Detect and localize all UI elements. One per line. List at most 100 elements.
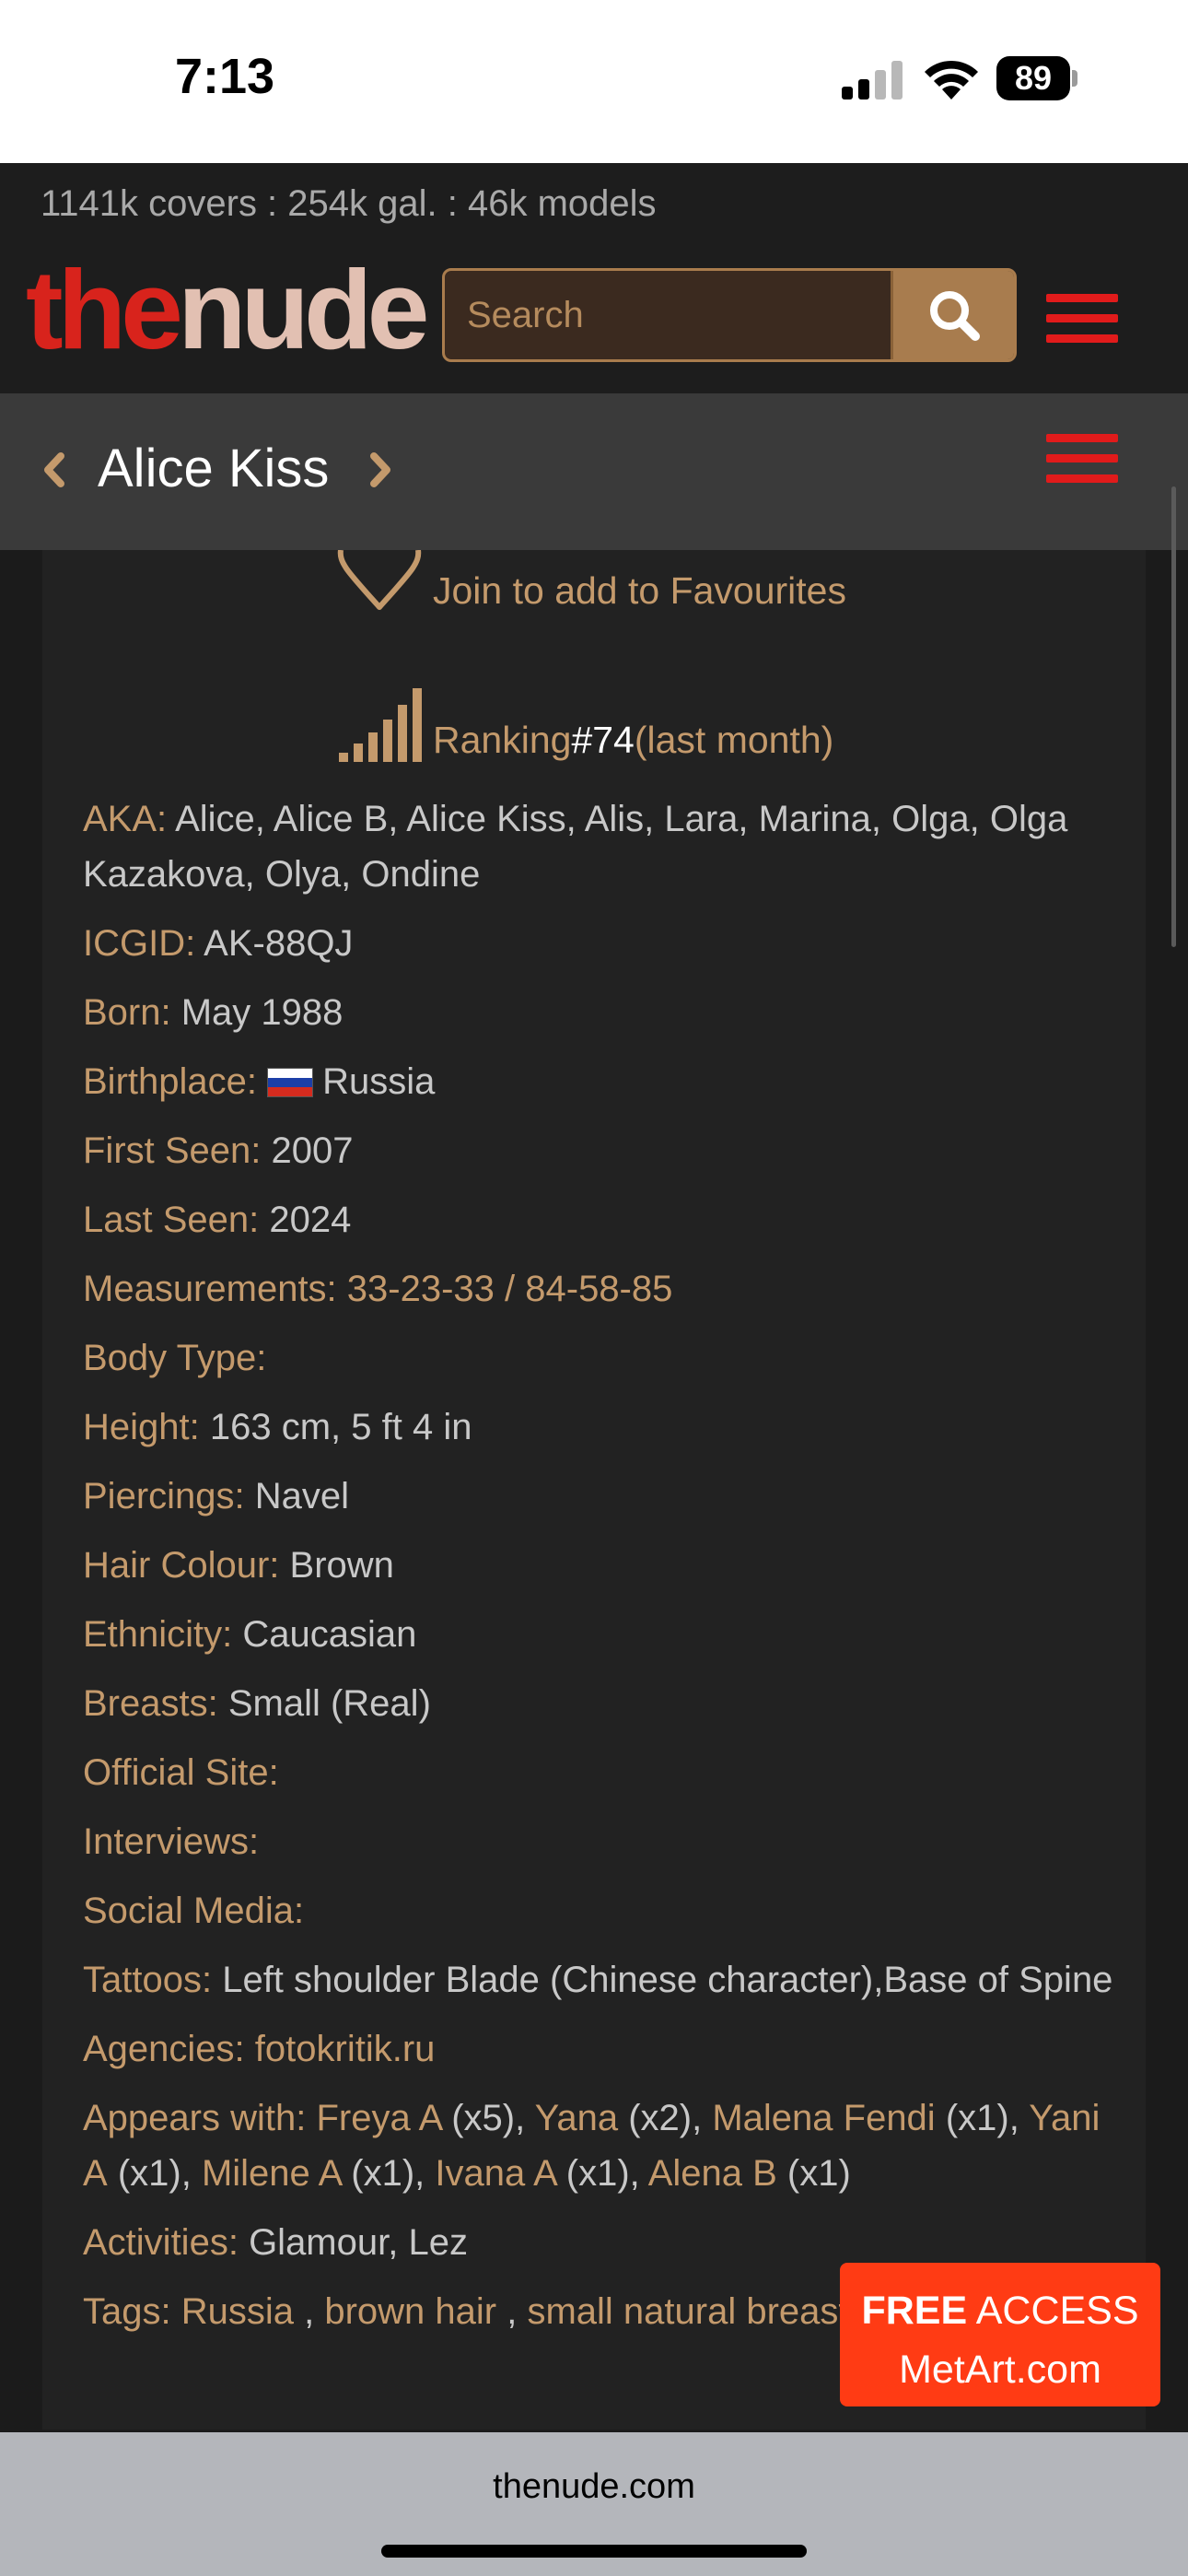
social-media-label: Social Media: [83,1891,305,1931]
agencies-label: Agencies: [83,2029,245,2069]
ranking-bars-icon [339,688,422,762]
promo-line-2: MetArt.com [899,2348,1101,2392]
measurements-label: Measurements: [83,1269,337,1309]
social-media-row: Social Media: [83,1883,1114,1938]
main-menu-icon[interactable] [1046,294,1118,355]
search-icon [929,291,980,341]
hair-colour-row: Hair Colour: Brown [83,1538,1114,1593]
browser-domain[interactable]: thenude.com [0,2467,1188,2507]
ethnicity-label: Ethnicity: [83,1614,233,1655]
icgid-row: ICGID: AK-88QJ [83,916,1114,971]
logo-the: the [26,247,183,372]
agency-link[interactable]: fotokritik.ru [255,2029,436,2069]
favourites-link[interactable]: Join to add to Favourites [335,550,846,616]
appears-with-row: Appears with: Freya A (x5), Yana (x2), M… [83,2098,1101,2194]
costar-link[interactable]: Ivana A [435,2153,555,2194]
tag-link[interactable]: brown hair [324,2291,496,2332]
ranking-label: Ranking [433,719,572,761]
tag-link[interactable]: Russia [181,2291,294,2332]
costar-count: (x1) [945,2098,1009,2138]
costar-count: (x1) [351,2153,415,2194]
promo-free: FREE [861,2289,968,2333]
last-seen-row: Last Seen: 2024 [83,1192,1114,1247]
height-label: Height: [83,1407,200,1447]
first-seen-value: 2007 [271,1130,354,1171]
height-value: 163 cm, 5 ft 4 in [209,1407,472,1447]
aka-value: Alice, Alice B, Alice Kiss, Alis, Lara, … [83,799,1068,895]
piercings-value: Navel [254,1476,350,1516]
model-details-panel: Join to add to Favourites Ranking #74 (las… [42,550,1146,2430]
birthplace-label: Birthplace: [83,1061,257,1102]
agencies-row: Agencies: fotokritik.ru [83,2021,1114,2077]
breasts-row: Breasts: Small (Real) [83,1676,1114,1731]
born-label: Born: [83,992,171,1033]
measurements-row: Measurements: 33-23-33 / 84-58-85 [83,1261,1114,1317]
activities-label: Activities: [83,2222,239,2263]
page-scrollbar[interactable] [1171,486,1176,947]
breasts-label: Breasts: [83,1683,218,1724]
next-model-chevron-icon[interactable] [367,447,396,493]
interviews-label: Interviews: [83,1821,260,1862]
icgid-value: AK-88QJ [204,923,354,964]
ranking-period: (last month) [634,719,834,761]
costar-count: (x1) [786,2153,851,2194]
cellular-signal-icon [842,61,903,100]
costar-link[interactable]: Yana [535,2098,618,2138]
model-title-bar: Alice Kiss [0,393,1188,550]
costar-link[interactable]: Malena Fendi [712,2098,935,2138]
tag-link[interactable]: small natural breasts [527,2291,867,2332]
tags-label: Tags: [83,2291,171,2332]
search-button[interactable] [891,271,1014,359]
piercings-label: Piercings: [83,1476,245,1516]
piercings-row: Piercings: Navel [83,1469,1114,1524]
aka-label: AKA: [83,799,168,839]
russia-flag-icon [267,1068,314,1097]
logo-nude: nude [178,247,429,372]
official-site-label: Official Site: [83,1752,279,1793]
costar-link[interactable]: Freya A [316,2098,441,2138]
site-stats: 1141k covers : 254k gal. : 46k models [41,183,657,224]
activities-row: Activities: Glamour, Lez [83,2215,1114,2270]
search-box [442,268,1017,362]
site-header: 1141k covers : 254k gal. : 46k models th… [0,163,1188,393]
costar-link[interactable]: Alena B [648,2153,777,2194]
costar-count: (x1) [117,2153,181,2194]
tattoos-row: Tattoos: Left shoulder Blade (Chinese ch… [83,1952,1114,2008]
home-indicator[interactable] [381,2545,807,2558]
measurements-value: 33-23-33 / 84-58-85 [346,1269,673,1309]
breasts-value: Small (Real) [227,1683,431,1724]
wifi-icon [925,60,978,100]
tattoos-label: Tattoos: [83,1960,213,2000]
birthplace-value: Russia [322,1061,436,1102]
costar-link[interactable]: Milene A [202,2153,341,2194]
official-site-row: Official Site: [83,1745,1114,1800]
interviews-row: Interviews: [83,1814,1114,1869]
search-input[interactable] [445,271,892,359]
promo-button[interactable]: FREE ACCESS MetArt.com [840,2263,1160,2406]
favourites-label: Join to add to Favourites [433,568,846,612]
heart-icon [337,550,422,610]
last-seen-label: Last Seen: [83,1200,260,1240]
height-row: Height: 163 cm, 5 ft 4 in [83,1399,1114,1455]
hair-colour-label: Hair Colour: [83,1545,280,1586]
model-menu-icon[interactable] [1046,434,1118,495]
site-logo[interactable]: thenude [26,253,429,366]
icgid-label: ICGID: [83,923,196,964]
tattoos-value: Left shoulder Blade (Chinese character),… [222,1960,1113,2000]
costar-count: (x5) [451,2098,516,2138]
details-list: AKA: Alice, Alice B, Alice Kiss, Alis, L… [83,791,1114,2353]
first-seen-row: First Seen: 2007 [83,1123,1114,1178]
born-value: May 1988 [181,992,344,1033]
browser-address-bar[interactable]: thenude.com [0,2432,1188,2576]
birthplace-row: Birthplace: Russia [83,1054,1114,1109]
ranking-number: #74 [571,719,635,761]
page-title: Alice Kiss [98,439,330,498]
status-bar: 7:13 89 [0,0,1188,163]
battery-percent: 89 [1014,59,1053,97]
costar-count: (x1) [565,2153,630,2194]
activities-value: Glamour, Lez [249,2222,468,2263]
previous-model-chevron-icon[interactable] [39,447,68,493]
costar-count: (x2) [628,2098,693,2138]
promo-access: ACCESS [967,2289,1139,2333]
aka-row: AKA: Alice, Alice B, Alice Kiss, Alis, L… [83,791,1114,902]
